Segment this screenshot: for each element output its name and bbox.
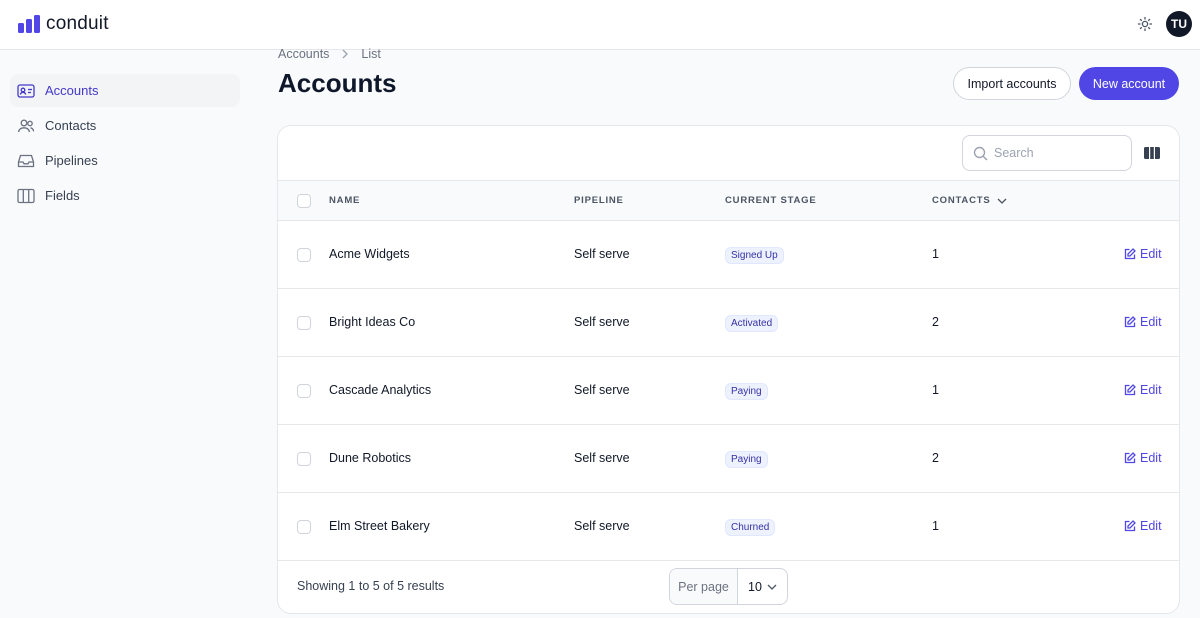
account-contacts: 2 — [932, 451, 939, 465]
sidebar-item-label: Contacts — [45, 118, 97, 133]
column-header-contacts[interactable]: CONTACTS — [932, 195, 1007, 206]
edit-icon — [1124, 384, 1136, 396]
edit-icon — [1124, 452, 1136, 464]
table-toolbar — [278, 126, 1179, 181]
select-all-checkbox[interactable] — [297, 194, 311, 208]
account-pipeline: Self serve — [574, 383, 630, 397]
table-row: Bright Ideas Co Self serve Activated 2 E… — [278, 289, 1179, 357]
edit-icon — [1124, 316, 1136, 328]
sidebar-item-label: Accounts — [45, 83, 99, 98]
table-row: Elm Street Bakery Self serve Churned 1 E… — [278, 493, 1179, 561]
sidebar-item-label: Pipelines — [45, 153, 98, 168]
account-name: Acme Widgets — [329, 247, 410, 261]
per-page-value: 10 — [748, 579, 762, 594]
chevron-down-icon — [767, 584, 777, 590]
sidebar-item-label: Fields — [45, 188, 80, 203]
edit-label: Edit — [1140, 383, 1162, 397]
table-footer: Showing 1 to 5 of 5 results Per page 10 — [278, 559, 1179, 613]
sun-icon — [1137, 16, 1153, 32]
edit-button[interactable]: Edit — [1124, 247, 1162, 261]
page-title: Accounts — [278, 68, 397, 98]
stage-badge: Churned — [725, 519, 776, 536]
account-name: Dune Robotics — [329, 451, 411, 465]
edit-button[interactable]: Edit — [1124, 315, 1162, 329]
column-header-stage[interactable]: CURRENT STAGE — [725, 195, 817, 206]
sidebar-item-contacts[interactable]: Contacts — [10, 109, 240, 142]
row-checkbox[interactable] — [297, 248, 311, 262]
edit-button[interactable]: Edit — [1124, 451, 1162, 465]
top-bar: conduit TU — [0, 0, 1200, 50]
row-checkbox[interactable] — [297, 316, 311, 330]
import-accounts-button[interactable]: Import accounts — [953, 67, 1071, 100]
edit-label: Edit — [1140, 519, 1162, 533]
edit-label: Edit — [1140, 247, 1162, 261]
row-checkbox[interactable] — [297, 520, 311, 534]
breadcrumb-current: List — [361, 47, 381, 61]
account-contacts: 1 — [932, 383, 939, 397]
sidebar: Accounts Contacts Pipelines Fields — [10, 74, 240, 214]
edit-button[interactable]: Edit — [1124, 383, 1162, 397]
table-row: Cascade Analytics Self serve Paying 1 Ed… — [278, 357, 1179, 425]
row-checkbox[interactable] — [297, 452, 311, 466]
column-header-contacts-label: CONTACTS — [932, 195, 991, 206]
edit-label: Edit — [1140, 451, 1162, 465]
columns-icon — [17, 187, 35, 205]
edit-button[interactable]: Edit — [1124, 519, 1162, 533]
sidebar-item-fields[interactable]: Fields — [10, 179, 240, 212]
account-pipeline: Self serve — [574, 247, 630, 261]
edit-label: Edit — [1140, 315, 1162, 329]
accounts-table-card: NAME PIPELINE CURRENT STAGE CONTACTS Acm… — [277, 125, 1180, 614]
table-row: Dune Robotics Self serve Paying 2 Edit — [278, 425, 1179, 493]
account-name: Cascade Analytics — [329, 383, 432, 397]
edit-icon — [1124, 248, 1136, 260]
column-header-pipeline[interactable]: PIPELINE — [574, 195, 624, 206]
account-contacts: 1 — [932, 247, 939, 261]
account-contacts: 2 — [932, 315, 939, 329]
breadcrumb-parent-link[interactable]: Accounts — [278, 47, 329, 61]
per-page-control: Per page 10 — [669, 568, 788, 605]
id-card-icon — [17, 82, 35, 100]
avatar[interactable]: TU — [1166, 11, 1192, 37]
row-checkbox[interactable] — [297, 384, 311, 398]
account-pipeline: Self serve — [574, 451, 630, 465]
search-input[interactable] — [994, 146, 1114, 160]
app-name: conduit — [46, 13, 109, 34]
search-icon — [973, 146, 988, 160]
sidebar-item-pipelines[interactable]: Pipelines — [10, 144, 240, 177]
stage-badge: Paying — [725, 383, 768, 400]
edit-icon — [1124, 520, 1136, 532]
breadcrumb: Accounts List — [278, 47, 381, 61]
column-toggle-icon[interactable] — [1143, 144, 1161, 162]
chevron-right-icon — [341, 49, 349, 59]
search-box[interactable] — [962, 135, 1132, 171]
account-pipeline: Self serve — [574, 519, 630, 533]
account-contacts: 1 — [932, 519, 939, 533]
new-account-button[interactable]: New account — [1079, 67, 1179, 100]
stage-badge: Paying — [725, 451, 768, 468]
sidebar-item-accounts[interactable]: Accounts — [10, 74, 240, 107]
theme-toggle-button[interactable] — [1135, 14, 1155, 34]
chevron-down-icon — [998, 198, 1007, 204]
stage-badge: Signed Up — [725, 247, 784, 264]
account-name: Bright Ideas Co — [329, 315, 416, 329]
users-icon — [17, 117, 35, 135]
table-row: Acme Widgets Self serve Signed Up 1 Edit — [278, 221, 1179, 289]
account-name: Elm Street Bakery — [329, 519, 430, 533]
per-page-label: Per page — [670, 569, 738, 604]
results-summary: Showing 1 to 5 of 5 results — [297, 579, 445, 593]
per-page-select[interactable]: 10 — [738, 569, 787, 604]
inbox-icon — [17, 152, 35, 170]
logo-mark-icon — [18, 15, 40, 33]
stage-badge: Activated — [725, 315, 779, 332]
logo[interactable]: conduit — [18, 13, 109, 35]
column-header-name[interactable]: NAME — [329, 195, 360, 206]
table-header: NAME PIPELINE CURRENT STAGE CONTACTS — [278, 181, 1179, 221]
account-pipeline: Self serve — [574, 315, 630, 329]
